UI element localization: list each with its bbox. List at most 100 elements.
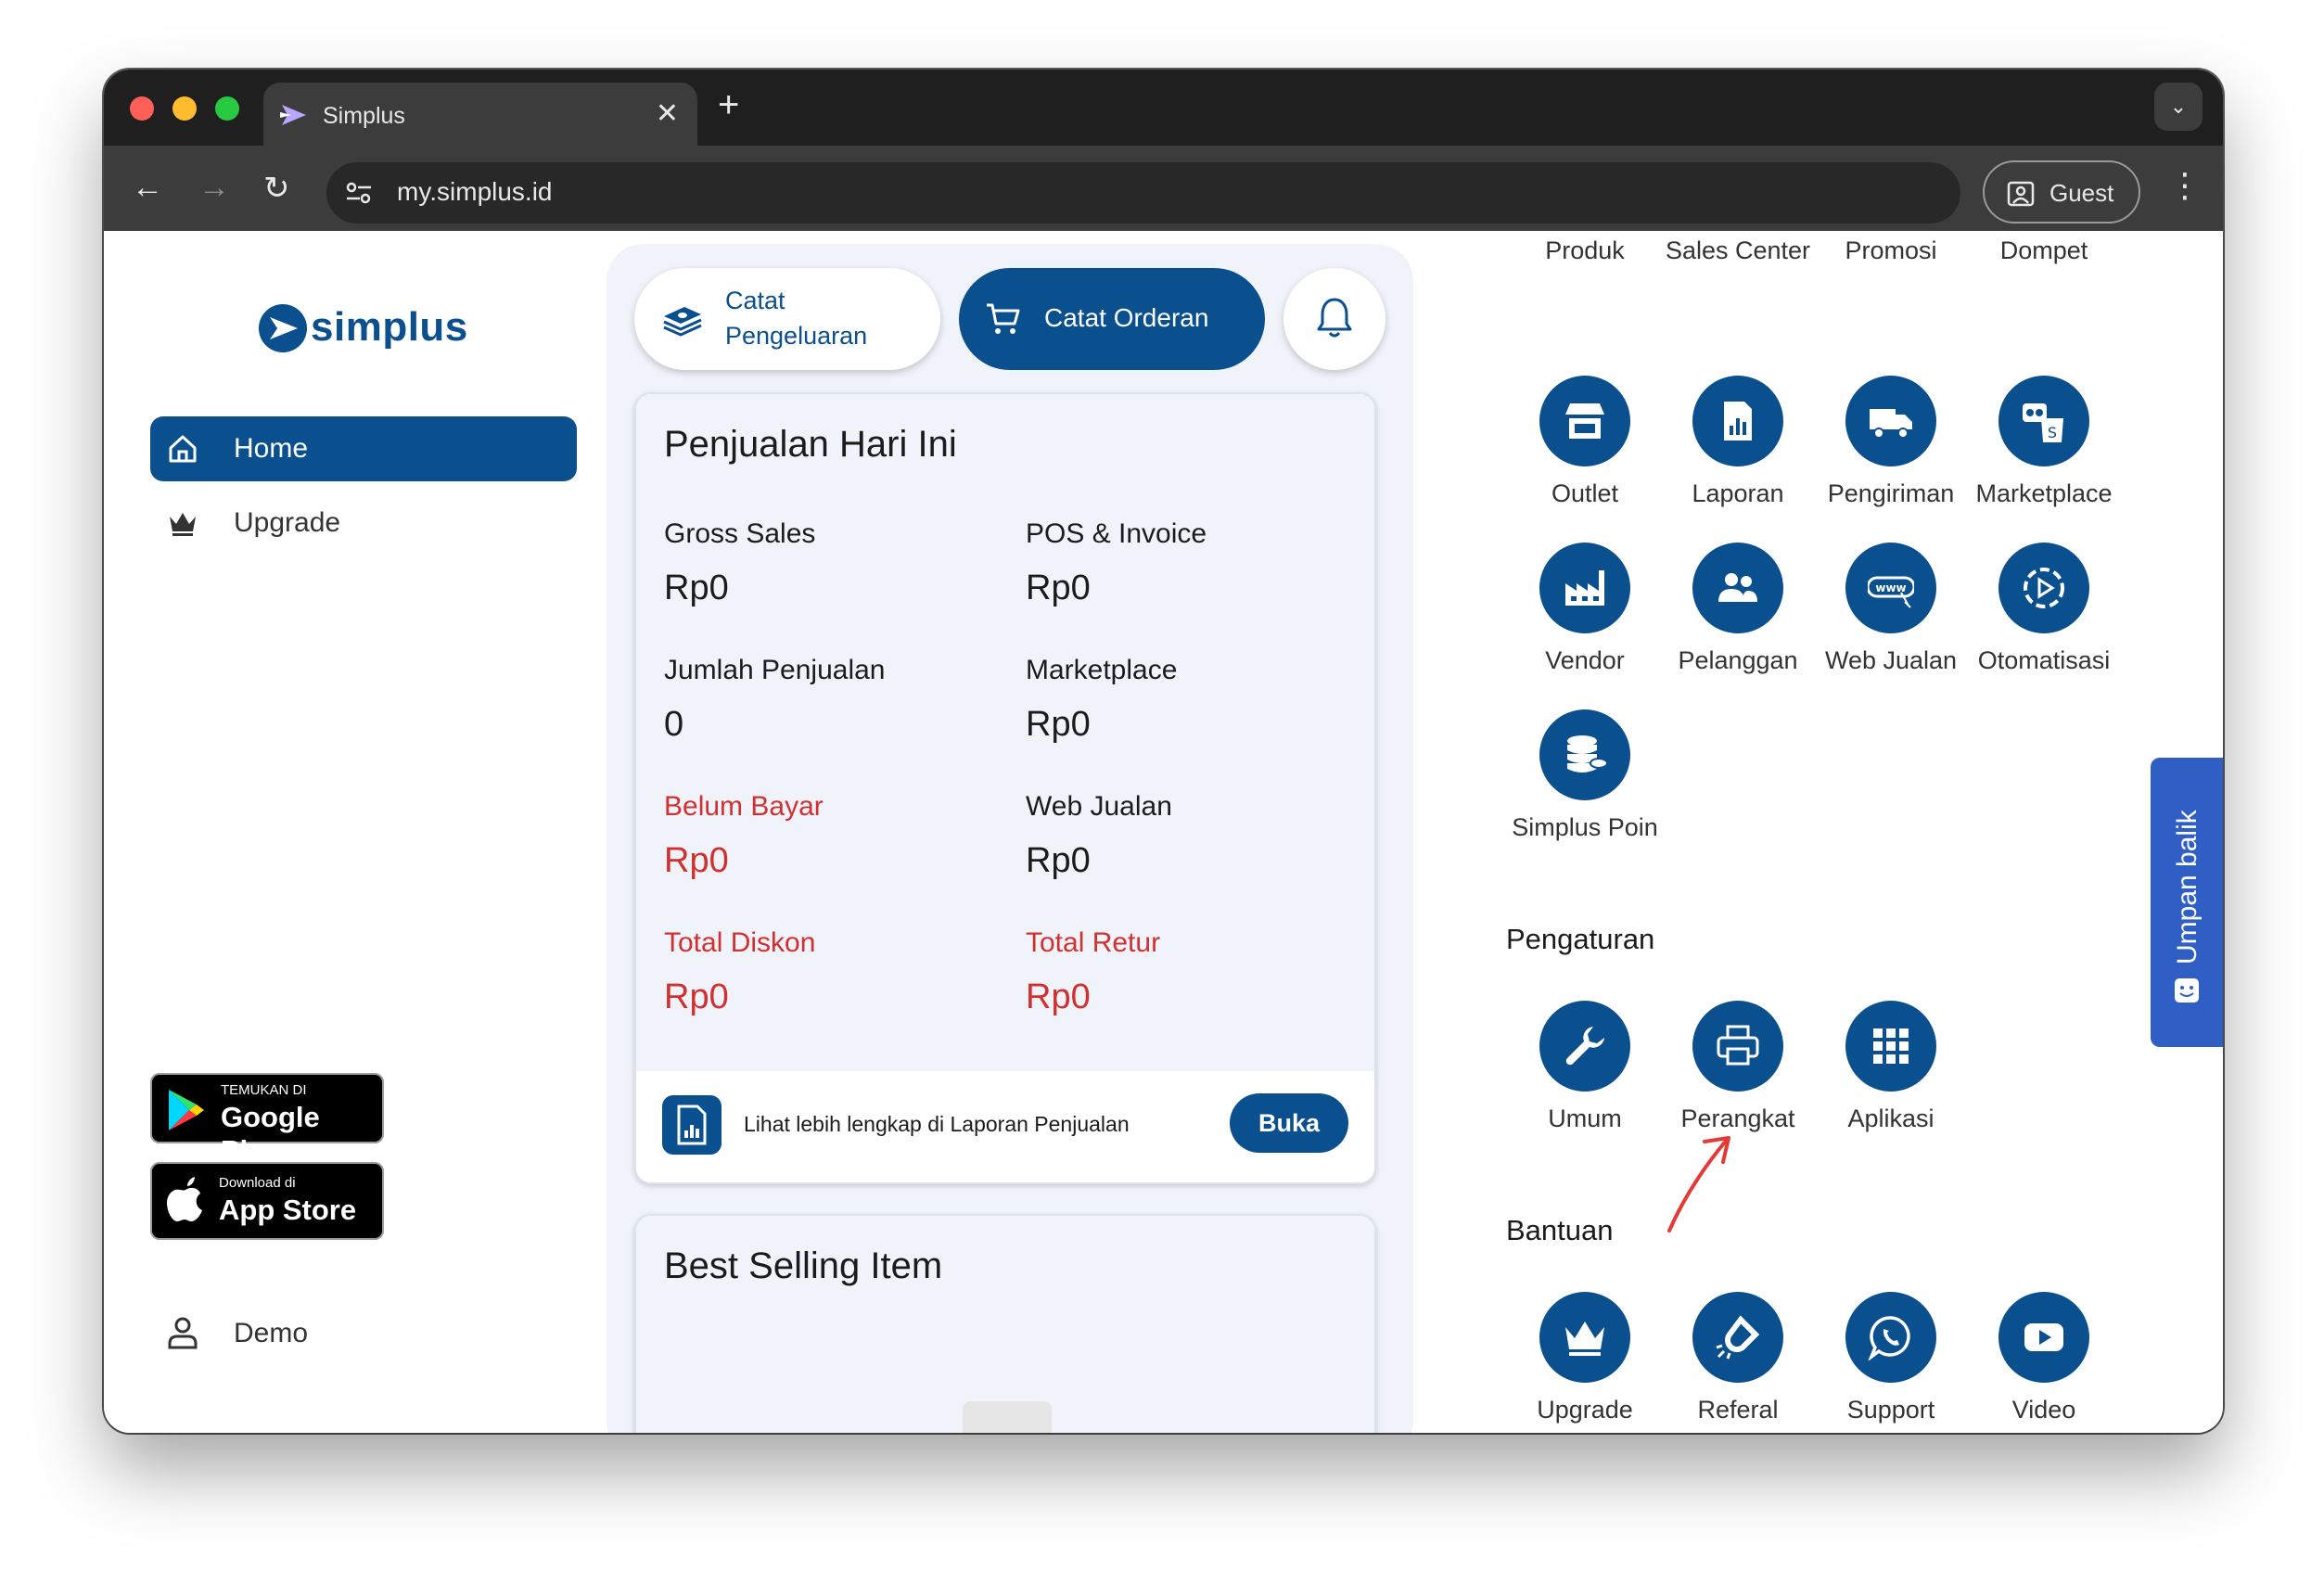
site-settings-icon[interactable]	[345, 180, 373, 206]
bell-icon	[1317, 298, 1352, 338]
gross-sales-value: Rp0	[664, 568, 729, 607]
record-order-button[interactable]: Catat Orderan	[959, 268, 1265, 370]
browser-toolbar: ← → ↻ my.simplus.id Guest ⋮	[104, 146, 2223, 231]
web-store-label: Web Jualan	[1026, 791, 1172, 822]
simplus-logo-icon	[259, 304, 307, 352]
open-report-button[interactable]: Buka	[1230, 1093, 1348, 1153]
svg-text:S: S	[2048, 424, 2057, 441]
menu-item-label: Vendor	[1545, 646, 1625, 674]
user-menu[interactable]: Demo	[167, 1307, 445, 1362]
profile-button[interactable]: Guest	[1983, 160, 2140, 224]
menu-item-pelanggan[interactable]: Pelanggan	[1659, 543, 1817, 674]
record-expense-button[interactable]: Catat Pengeluaran	[634, 268, 940, 370]
tab-close-icon[interactable]: ✕	[656, 97, 679, 130]
settings-item-label: Umum	[1548, 1105, 1622, 1132]
browser-menu-icon[interactable]: ⋮	[2168, 166, 2202, 205]
help-item-referal[interactable]: Referal	[1659, 1292, 1817, 1424]
marketplace-value: Rp0	[1026, 705, 1091, 744]
menu-top-promosi[interactable]: Promosi	[1812, 236, 1970, 265]
report-file-icon	[662, 1095, 721, 1155]
menu-top-sales-center[interactable]: Sales Center	[1659, 236, 1817, 265]
report-icon	[1692, 376, 1783, 466]
sidebar-item-upgrade[interactable]: Upgrade	[150, 491, 577, 556]
menu-item-label: Otomatisasi	[1977, 646, 2111, 674]
web-store-value: Rp0	[1026, 841, 1091, 880]
back-arrow-icon[interactable]: ←	[132, 170, 163, 206]
crown-icon	[170, 513, 196, 536]
browser-tab[interactable]: Simplus ✕	[263, 83, 697, 146]
shopping-bag-icon: S	[1998, 376, 2089, 466]
home-icon	[169, 435, 197, 463]
close-window-button[interactable]	[130, 96, 154, 121]
youtube-icon	[1998, 1292, 2089, 1383]
grid-icon	[1845, 1001, 1936, 1092]
sales-today-body: Penjualan Hari Ini Gross Sales Rp0 POS &…	[636, 394, 1374, 1071]
title-bar: Simplus ✕ + ⌄	[104, 70, 2223, 146]
settings-item-aplikasi[interactable]: Aplikasi	[1812, 1001, 1970, 1132]
google-play-big-text: Google Play	[221, 1101, 320, 1167]
app-store-badge[interactable]: Download di App Store	[150, 1162, 384, 1240]
menu-item-label: Laporan	[1692, 479, 1784, 507]
reload-icon[interactable]: ↻	[263, 170, 290, 207]
maximize-window-button[interactable]	[215, 96, 239, 121]
menu-item-label: Web Jualan	[1824, 646, 1958, 674]
sales-count-value: 0	[664, 705, 684, 744]
pos-invoice-value: Rp0	[1026, 568, 1091, 607]
url-text: my.simplus.id	[397, 177, 553, 206]
total-return-label: Total Retur	[1026, 927, 1161, 958]
record-expense-label-2: Pengeluaran	[725, 322, 868, 350]
coins-icon	[1539, 709, 1630, 800]
settings-item-perangkat[interactable]: Perangkat	[1659, 1001, 1817, 1132]
menu-item-label: Pelanggan	[1678, 646, 1798, 674]
cart-icon	[987, 303, 1020, 334]
simplus-logo[interactable]: simplus	[257, 300, 479, 356]
help-item-support[interactable]: Support	[1812, 1292, 1970, 1424]
profile-icon	[2007, 181, 2035, 207]
apple-icon	[167, 1177, 202, 1221]
menu-item-vendor[interactable]: Vendor	[1506, 543, 1664, 674]
menu-item-marketplace[interactable]: S Marketplace	[1965, 376, 2123, 507]
help-item-label: Referal	[1697, 1396, 1779, 1424]
sidebar-item-home[interactable]: Home	[150, 416, 577, 481]
settings-item-umum[interactable]: Umum	[1506, 1001, 1664, 1132]
record-order-label: Catat Orderan	[1044, 303, 1209, 332]
help-item-label: Support	[1846, 1396, 1935, 1424]
help-item-video[interactable]: Video	[1965, 1292, 2123, 1424]
menu-item-simplus-poin[interactable]: Simplus Poin	[1506, 709, 1664, 841]
forward-arrow-icon[interactable]: →	[198, 170, 230, 206]
help-item-upgrade[interactable]: Upgrade	[1506, 1292, 1664, 1424]
total-discount-label: Total Diskon	[664, 927, 816, 958]
tab-search-chevron-icon[interactable]: ⌄	[2154, 83, 2203, 131]
record-expense-label-1: Catat	[725, 287, 785, 314]
google-play-badge[interactable]: TEMUKAN DI Google Play	[150, 1073, 384, 1167]
menu-item-laporan[interactable]: Laporan	[1659, 376, 1817, 507]
app-store-big-text: App Store	[219, 1194, 357, 1226]
google-play-icon	[169, 1090, 204, 1130]
sales-report-link-text: Lihat lebih lengkap di Laporan Penjualan	[744, 1112, 1130, 1136]
marketplace-label: Marketplace	[1026, 655, 1178, 685]
menu-item-web-jualan[interactable]: www Web Jualan	[1812, 543, 1970, 674]
google-play-small-text: TEMUKAN DI	[221, 1082, 307, 1098]
menu-item-otomatisasi[interactable]: Otomatisasi	[1965, 543, 2123, 674]
logo-text: simplus	[311, 304, 468, 350]
menu-top-dompet[interactable]: Dompet	[1965, 236, 2123, 265]
menu-top-produk[interactable]: Produk	[1506, 236, 1664, 265]
help-item-label: Upgrade	[1537, 1396, 1633, 1424]
minimize-window-button[interactable]	[172, 96, 197, 121]
address-bar[interactable]: my.simplus.id	[326, 162, 1960, 224]
menu-item-outlet[interactable]: Outlet	[1506, 376, 1664, 507]
browser-window: Simplus ✕ + ⌄ ← → ↻ my.simplus.id Guest	[104, 70, 2223, 1433]
help-section-title: Bantuan	[1506, 1214, 1614, 1246]
magnet-icon	[1692, 1292, 1783, 1383]
menu-item-pengiriman[interactable]: Pengiriman	[1812, 376, 1970, 507]
truck-icon	[1845, 376, 1936, 466]
factory-icon	[1539, 543, 1630, 633]
money-stack-icon	[663, 307, 702, 337]
whatsapp-icon	[1845, 1292, 1936, 1383]
sales-count-label: Jumlah Penjualan	[664, 655, 886, 685]
new-tab-button[interactable]: +	[718, 84, 739, 126]
notifications-button[interactable]	[1283, 268, 1385, 370]
best-selling-card: Best Selling Item	[634, 1214, 1376, 1433]
feedback-tab[interactable]: Umpan balik	[2151, 758, 2223, 1047]
smile-chat-icon	[2175, 978, 2199, 1003]
